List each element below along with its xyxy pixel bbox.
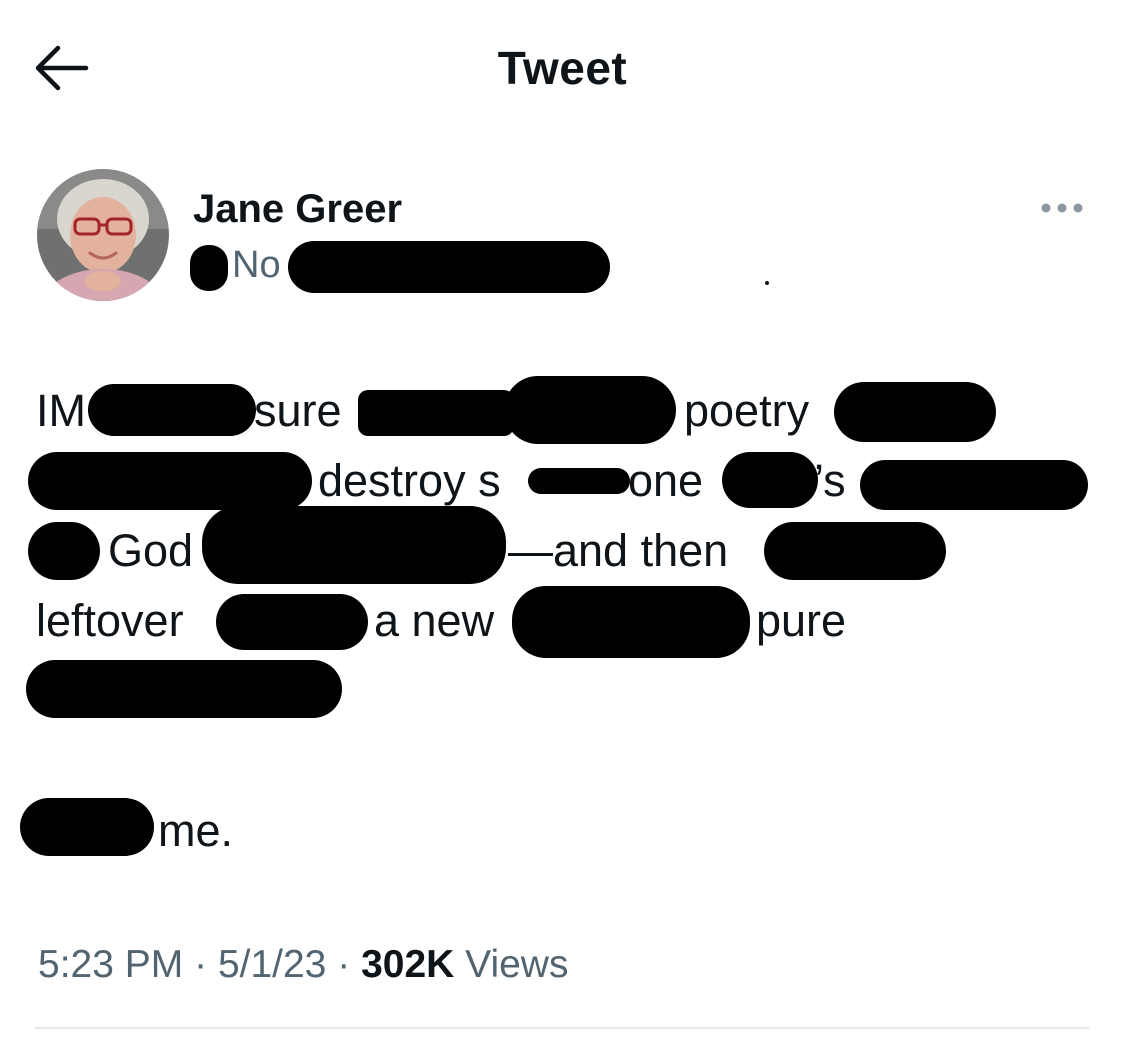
- author-handle[interactable]: No: [232, 243, 281, 287]
- redaction-mark: [26, 660, 342, 718]
- redaction-mark: [88, 384, 256, 436]
- tweet-text-fragment: poetry: [684, 385, 810, 436]
- user-avatar-image: [37, 169, 169, 301]
- tweet-time[interactable]: 5:23 PM: [38, 943, 183, 986]
- redaction-mark: [216, 594, 368, 650]
- tweet-text-fragment: sure: [254, 385, 342, 436]
- redaction-mark: [504, 376, 676, 444]
- redaction-mark: [834, 382, 996, 442]
- redaction-mark: [190, 245, 228, 291]
- stray-dot: [765, 281, 769, 285]
- redaction-mark: [860, 460, 1088, 510]
- avatar[interactable]: [37, 169, 169, 301]
- tweet-text-fragment: pure: [756, 595, 847, 646]
- redaction-mark: [764, 522, 946, 580]
- divider: [35, 1027, 1089, 1029]
- tweet-text-fragment: God: [108, 525, 194, 576]
- meta-separator: ·: [194, 943, 208, 986]
- views-count[interactable]: 302K: [361, 943, 454, 986]
- tweet-text-fragment: one: [628, 455, 704, 506]
- views-label[interactable]: Views: [465, 943, 568, 986]
- more-horizontal-icon: [1041, 203, 1083, 213]
- tweet-text-fragment: a new: [374, 595, 495, 646]
- tweet-text-fragment: —and then: [508, 525, 729, 576]
- redaction-mark: [28, 522, 100, 580]
- meta-separator: ·: [337, 943, 351, 986]
- author-handle-row: No: [190, 237, 620, 293]
- tweet-text-fragment: IM: [36, 385, 86, 436]
- tweet-text-fragment: destroy s: [318, 455, 501, 506]
- redaction-mark: [202, 506, 506, 584]
- more-button[interactable]: [1036, 193, 1088, 223]
- top-bar: Tweet: [0, 0, 1125, 130]
- redaction-mark: [20, 798, 154, 856]
- redaction-mark: [528, 468, 630, 494]
- redaction-mark: [288, 241, 610, 293]
- tweet-text-fragment: me.: [158, 805, 234, 856]
- tweet-text-fragment: ’s: [814, 455, 846, 506]
- redaction-mark: [358, 390, 514, 436]
- tweet-text: IM sure poetry destroy s one ’s God —and…: [0, 360, 1125, 880]
- page-title: Tweet: [497, 42, 628, 94]
- redaction-mark: [28, 452, 312, 510]
- author-display-name[interactable]: Jane Greer: [193, 186, 402, 232]
- tweet-meta: 5:23 PM · 5/1/23 · 302K Views: [38, 940, 568, 990]
- tweet-date[interactable]: 5/1/23: [218, 943, 326, 986]
- redaction-mark: [512, 586, 750, 658]
- tweet-text-fragment: leftover: [36, 595, 184, 646]
- redaction-mark: [722, 452, 818, 508]
